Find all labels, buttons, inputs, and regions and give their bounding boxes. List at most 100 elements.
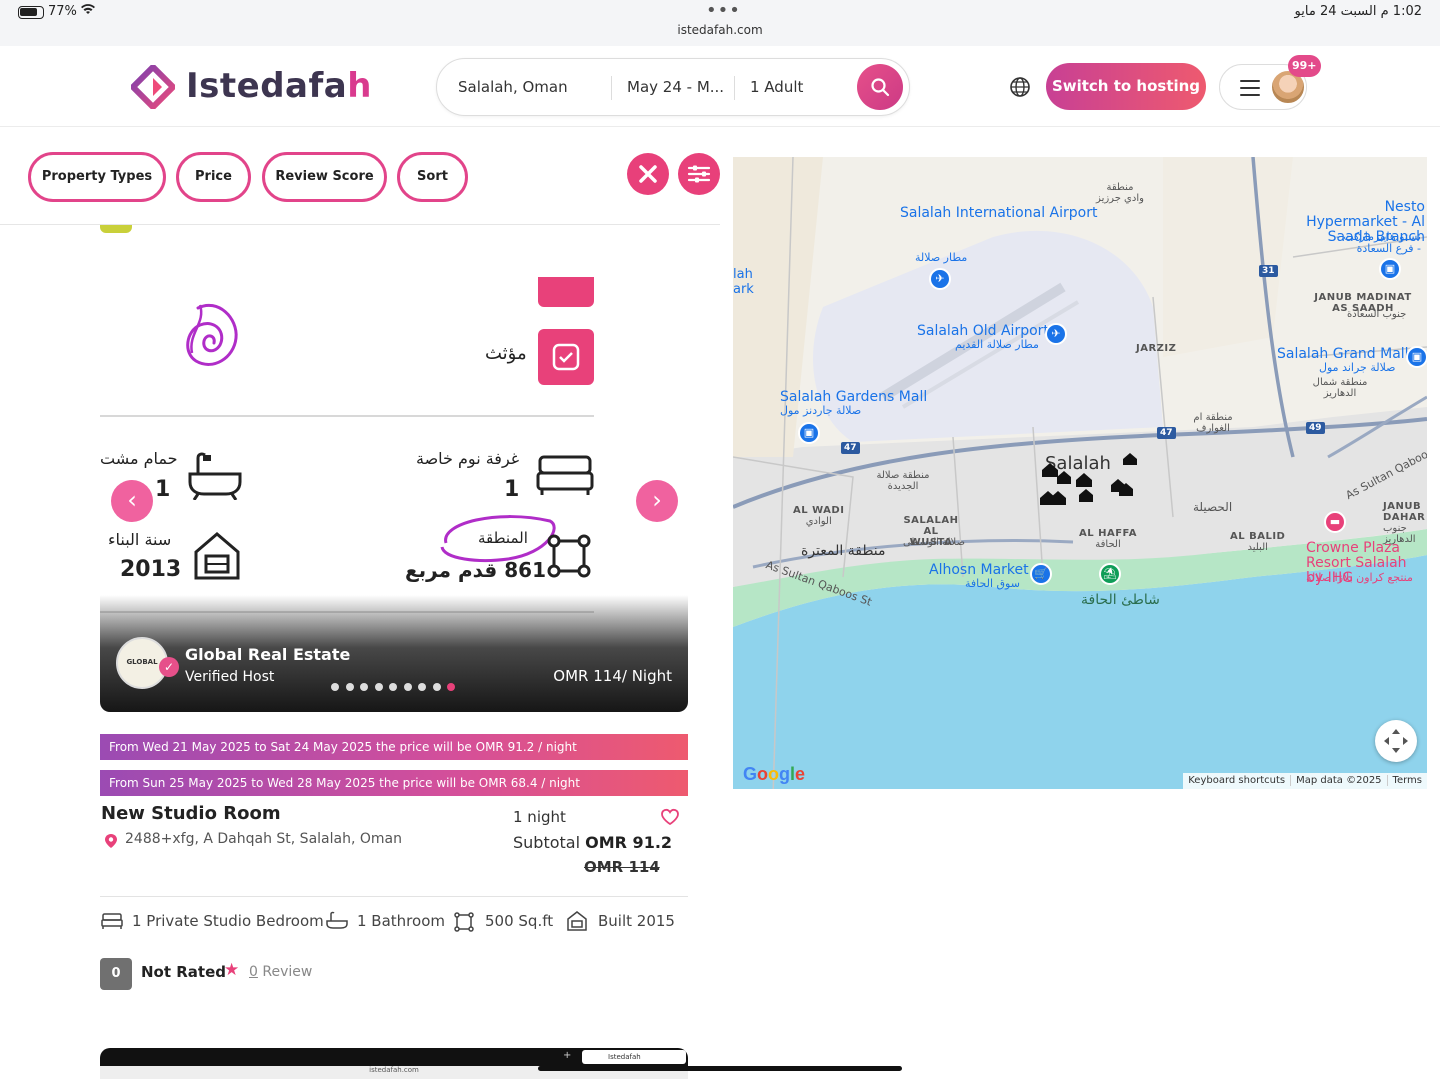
home-indicator[interactable] [538,1066,902,1071]
status-bar: 77% ••• istedafah.com 1:02 م السبت 24 ما… [0,0,1440,46]
furnished-label: مؤثث [485,343,527,364]
bathroom-label: حمام مشت [100,449,178,468]
road-number: 49 [1306,422,1325,434]
listing-tag [100,225,132,233]
area-icon [454,912,474,932]
swirl-scribble-icon [186,303,238,366]
filter-price[interactable]: Price [176,152,251,202]
map-label-haffa-beach: شاطئ الحافة [1081,592,1160,608]
google-logo: Google [743,764,806,784]
amenity-bathroom: 1 Bathroom [357,912,445,930]
tab-overview-dots[interactable]: ••• [706,0,741,21]
clear-filters-button[interactable] [627,153,669,195]
favorite-heart-icon[interactable] [660,808,680,826]
map-label-dahariz: منطقة شمال الدهاريز [1312,377,1368,399]
keyboard-shortcuts-link[interactable]: Keyboard shortcuts [1183,775,1290,786]
address-bar-url[interactable]: istedafah.com [0,23,1440,37]
original-price: OMR 114 [584,858,660,876]
shopping-bag-icon[interactable]: ▣ [1406,346,1427,368]
filter-sort[interactable]: Sort [397,152,468,202]
search-dates[interactable]: May 24 - M... [627,78,724,96]
host-name[interactable]: Global Real Estate [185,645,350,664]
carousel-dots[interactable] [331,676,462,695]
map-label-al-haffa: AL HAFFA الحافة [1079,528,1137,550]
bedroom-count: 1 [504,477,520,502]
star-icon: ★ [224,960,240,980]
search-icon [871,78,890,97]
filter-property-types[interactable]: Property Types [28,152,166,202]
road-number: 31 [1259,265,1278,277]
area-label: المنطقة [478,529,528,547]
bed-icon [536,455,594,495]
building-icon [194,532,240,580]
listing-address: 2488+xfg, A Dahqah St, Salalah, Oman [125,831,402,847]
site-header: Istedafah Salalah, Oman May 24 - M... 1 … [0,46,1440,127]
listing-image-carousel[interactable]: مؤثث حمام مشت 1 غرفة نوم خاصة 1 سنة البن… [100,225,688,712]
map-label-airport[interactable]: Salalah International Airport [900,206,1097,221]
sliders-icon [687,165,711,183]
carousel-next-button[interactable]: › [636,480,678,522]
battery-icon [18,6,44,19]
road-number: 47 [1157,427,1176,439]
property-markers[interactable] [1038,449,1158,509]
language-globe-icon[interactable] [1009,76,1031,98]
map-label-alhosn-ar: سوق الحافة [965,577,1020,590]
area-icon [547,534,591,578]
map-label-awafi: منطقة ام الغوارف [1193,412,1233,434]
map-data-text: Map data ©2025 [1290,775,1387,786]
hotel-icon[interactable]: ▬ [1324,511,1346,533]
map-label-nesto-ar: نستو هايبرماركت - فرع السعادة - [1335,230,1421,255]
map-label-jarziz: JARZIZ [1136,343,1177,354]
terms-link[interactable]: Terms [1386,775,1427,786]
notification-badge: 99+ [1288,55,1321,77]
listing-title[interactable]: New Studio Room [101,803,281,824]
subtotal: Subtotal OMR 91.2 [513,833,673,852]
map-label-salalah-wusta-ar: صلالة الوسطى [903,537,965,548]
map-label-al-balid: AL BALID البليد [1230,531,1286,553]
switch-to-hosting-button[interactable]: Switch to hosting [1046,63,1206,110]
bedroom-label: غرفة نوم خاصة [416,449,520,468]
filter-review-score[interactable]: Review Score [262,152,387,202]
price-notice: From Sun 25 May 2025 to Wed 28 May 2025 … [100,770,688,796]
battery-percent: 77% [48,4,77,19]
filter-settings-button[interactable] [678,153,720,195]
search-button[interactable] [857,64,903,110]
price-notice: From Wed 21 May 2025 to Sat 24 May 2025 … [100,734,688,760]
shopping-bag-icon[interactable]: ▣ [798,422,820,444]
location-pin-icon [105,834,117,848]
bed-icon [101,913,123,929]
search-bar[interactable]: Salalah, Oman May 24 - M... 1 Adult [436,58,910,116]
map-label-gardens-mall-ar: صلالة جاردنز مول [780,404,862,417]
shopping-cart-icon[interactable]: 🛒 [1030,563,1052,585]
search-location[interactable]: Salalah, Oman [458,78,568,96]
map-attribution: Keyboard shortcuts Map data ©2025 Terms [1183,773,1427,789]
divider [100,896,688,897]
search-guests[interactable]: 1 Adult [750,78,803,96]
logo-wordmark[interactable]: Istedafah [186,66,372,106]
shopping-bag-icon[interactable]: ▣ [1379,258,1401,280]
review-link[interactable]: 0 Review [249,964,312,980]
map-label-al-wadi: AL WADI الوادي [793,505,845,527]
map-label-gardens-mall[interactable]: Salalah Gardens Mall [780,389,927,405]
airport-icon[interactable]: ✈ [929,268,951,290]
logo-icon[interactable] [130,64,176,110]
airport-icon[interactable]: ✈ [1045,323,1067,345]
bathtub-icon [188,452,242,500]
map-label-new-salalah: منطقة صلالة الجديدة [876,470,930,492]
map-label-grand-mall[interactable]: Salalah Grand Mall [1277,346,1409,362]
map-label-old-airport[interactable]: Salalah Old Airport [917,323,1049,339]
map-label-alhosn[interactable]: Alhosn Market [929,562,1029,578]
road-number: 47 [841,442,860,454]
rating-text: Not Rated [141,963,227,981]
amenity-built: Built 2015 [598,912,675,930]
carousel-prev-button[interactable]: ‹ [111,480,153,522]
beach-icon[interactable]: ⛱ [1099,563,1121,585]
map-view[interactable]: Salalah International Airport مطار صلالة… [733,157,1427,789]
divider [100,415,594,417]
map-label-airport-ar: مطار صلالة [915,251,968,264]
year-built-value: 2013 [120,557,182,582]
map-fullscreen-button[interactable] [1375,720,1417,762]
furnished-icon [538,329,594,385]
hamburger-icon [1240,80,1260,96]
map-label-old-airport-ar: مطار صلالة القديم [955,338,1039,351]
